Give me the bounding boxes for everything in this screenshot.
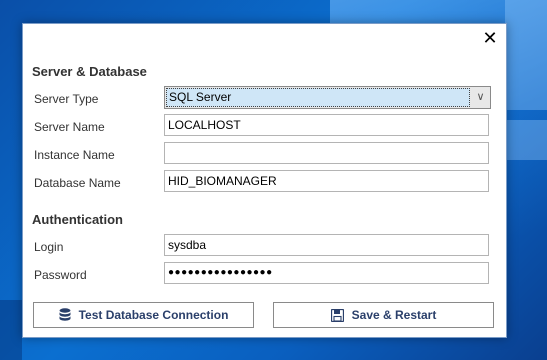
server-name-input[interactable]: LOCALHOST <box>164 114 489 136</box>
instance-name-label: Instance Name <box>34 148 115 162</box>
test-database-connection-button[interactable]: Test Database Connection <box>33 302 254 328</box>
database-name-input[interactable]: HID_BIOMANAGER <box>164 170 489 192</box>
desktop-window-pane <box>505 0 547 110</box>
server-type-select[interactable]: SQL Server ∨ <box>164 86 491 109</box>
floppy-disk-icon <box>330 308 344 322</box>
database-icon <box>59 307 71 323</box>
save-restart-button[interactable]: Save & Restart <box>273 302 494 328</box>
password-input[interactable]: ●●●●●●●●●●●●●●●● <box>164 262 489 284</box>
chevron-down-icon[interactable]: ∨ <box>471 87 490 108</box>
close-button[interactable]: ✕ <box>480 28 500 48</box>
desktop-window-pane <box>505 120 547 160</box>
database-settings-dialog: ✕ Server & Database Server Type SQL Serv… <box>22 23 507 338</box>
server-type-selected-value: SQL Server <box>166 88 470 107</box>
password-label: Password <box>34 268 87 282</box>
close-icon: ✕ <box>482 28 498 48</box>
database-name-label: Database Name <box>34 176 121 190</box>
instance-name-input[interactable] <box>164 142 489 164</box>
login-input[interactable]: sysdba <box>164 234 489 256</box>
server-type-label: Server Type <box>34 92 99 106</box>
server-database-section-title: Server & Database <box>32 64 147 79</box>
save-restart-label: Save & Restart <box>351 308 437 322</box>
server-name-label: Server Name <box>34 120 105 134</box>
test-database-connection-label: Test Database Connection <box>78 308 229 322</box>
authentication-section-title: Authentication <box>32 212 123 227</box>
desktop-window-pane <box>0 300 22 360</box>
login-label: Login <box>34 240 64 254</box>
